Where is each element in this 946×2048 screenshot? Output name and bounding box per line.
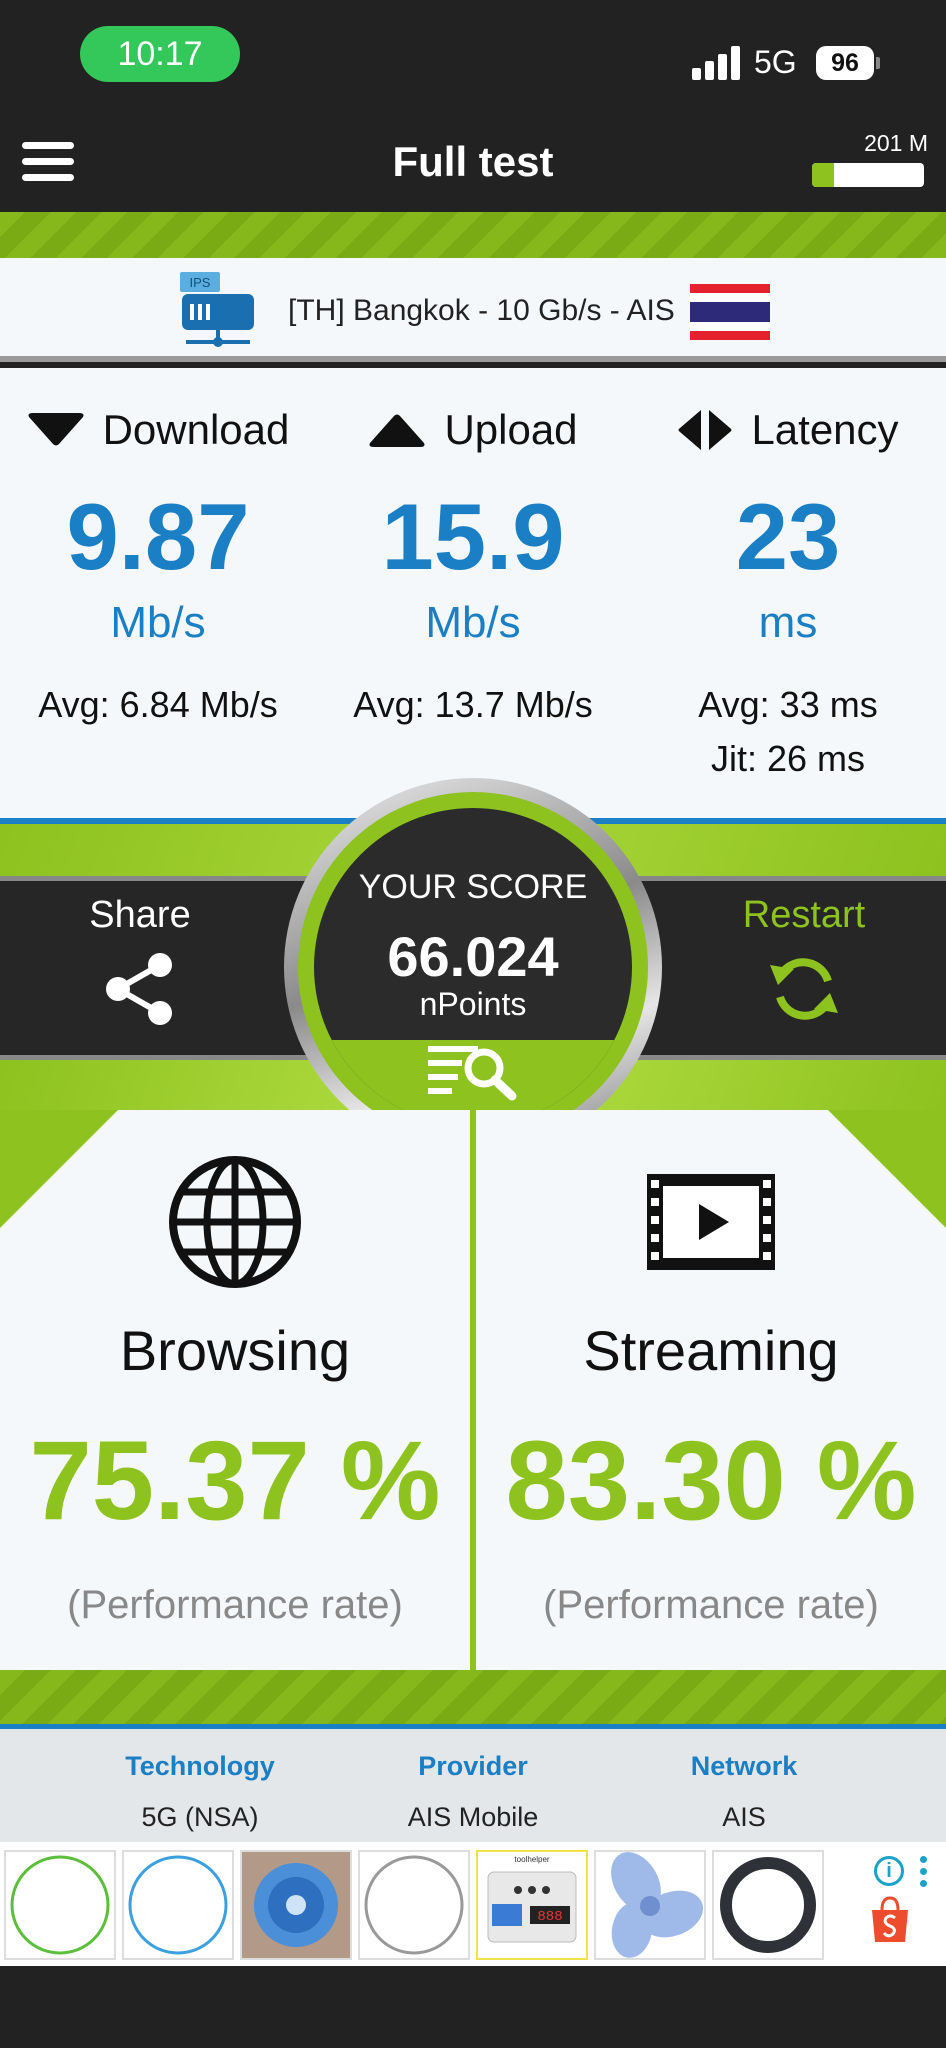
technology-label: Technology	[125, 1751, 275, 1781]
thailand-flag-icon	[690, 284, 770, 340]
score-value: 66.024	[387, 925, 559, 988]
app-header: Full test 201 M	[0, 110, 946, 212]
share-icon	[106, 953, 172, 1025]
upload-value: 15.9	[381, 484, 565, 589]
download-label: Download	[102, 406, 290, 453]
latency-jitter: Jit: 26 ms	[710, 738, 866, 779]
video-film-icon	[647, 1174, 775, 1270]
restart-button[interactable]: Restart	[704, 894, 904, 1027]
server-icon: IPS	[180, 272, 254, 347]
ad-product-grey-hoop[interactable]	[358, 1850, 470, 1960]
ad-product-blue-pump-part[interactable]	[240, 1850, 352, 1960]
battery-level: 96	[816, 46, 874, 80]
network-type: 5G	[754, 44, 797, 80]
status-bar: 10:17 5G 96	[0, 0, 946, 110]
globe-icon	[169, 1156, 301, 1288]
upload-metric: Upload 15.9 Mb/s Avg: 13.7 Mb/s	[315, 368, 631, 726]
browsing-caption: (Performance rate)	[67, 1583, 403, 1627]
latency-unit: ms	[758, 598, 818, 647]
latency-value: 23	[735, 484, 841, 589]
upload-average: Avg: 13.7 Mb/s	[353, 684, 593, 725]
provider-value: AIS Mobile	[407, 1802, 539, 1832]
shopping-bag-icon[interactable]	[868, 1896, 912, 1944]
download-unit: Mb/s	[110, 598, 206, 647]
ad-product-brand: toolhelper	[514, 1855, 549, 1864]
network-info: Network AIS	[614, 1751, 874, 1833]
result-details-icon	[428, 1046, 517, 1101]
refresh-icon	[770, 958, 838, 1020]
data-usage-fill	[812, 163, 835, 187]
results-panel: Download 9.87 Mb/s Avg: 6.84 Mb/s Upload…	[0, 368, 946, 818]
upload-label: Upload	[444, 406, 578, 453]
more-options-icon[interactable]	[918, 1856, 928, 1888]
decorative-band	[0, 212, 946, 258]
score-dial[interactable]: YOUR SCORE 66.024 nPoints	[284, 778, 662, 1156]
latency-icon	[678, 410, 732, 450]
streaming-section: Streaming 83.30 % (Performance rate)	[476, 1110, 946, 1628]
ad-product-green-hoop[interactable]	[4, 1850, 116, 1960]
data-usage-bar	[812, 163, 924, 187]
restart-label: Restart	[742, 894, 866, 936]
data-usage-label: 201 M	[864, 130, 928, 156]
data-usage-indicator: 201 M	[812, 130, 928, 187]
cellular-signal-icon	[692, 46, 740, 80]
network-label: Network	[690, 1751, 798, 1781]
download-metric: Download 9.87 Mb/s Avg: 6.84 Mb/s	[0, 368, 316, 726]
ad-product-display: 888	[537, 1909, 562, 1925]
streaming-title: Streaming	[583, 1319, 839, 1382]
latency-metric: Latency 23 ms Avg: 33 ms Jit: 26 ms	[630, 368, 946, 780]
streaming-caption: (Performance rate)	[543, 1583, 879, 1627]
provider-label: Provider	[418, 1751, 528, 1781]
upload-unit: Mb/s	[425, 598, 521, 647]
ad-product-fan-blade[interactable]	[594, 1850, 706, 1960]
technology-info: Technology 5G (NSA)	[70, 1751, 330, 1833]
ad-product-rubber-seal-ring[interactable]	[712, 1850, 824, 1960]
technology-value: 5G (NSA)	[141, 1802, 259, 1832]
browsing-title: Browsing	[119, 1319, 351, 1382]
download-value: 9.87	[66, 484, 250, 589]
share-button[interactable]: Share	[40, 894, 240, 1027]
score-unit: nPoints	[419, 986, 527, 1022]
download-average: Avg: 6.84 Mb/s	[38, 684, 278, 725]
server-label: [TH] Bangkok - 10 Gb/s - AIS	[288, 294, 675, 327]
latency-average: Avg: 33 ms	[698, 684, 878, 725]
browsing-section: Browsing 75.37 % (Performance rate)	[0, 1110, 470, 1628]
system-navigation-bar	[0, 1966, 946, 2048]
streaming-value: 83.30 %	[505, 1418, 917, 1543]
page-title: Full test	[392, 138, 554, 185]
share-label: Share	[89, 894, 191, 936]
score-title: YOUR SCORE	[358, 868, 588, 906]
ad-product-timer-relay-module[interactable]: toolhelper 888	[476, 1850, 588, 1960]
latency-label: Latency	[751, 406, 899, 453]
status-time: 10:17	[80, 26, 240, 82]
upload-arrow-icon	[369, 414, 425, 447]
provider-info: Provider AIS Mobile	[343, 1751, 603, 1833]
download-arrow-icon	[28, 413, 84, 446]
network-value: AIS	[722, 1802, 766, 1832]
ad-banner[interactable]: toolhelper 888 i	[0, 1842, 946, 1966]
performance-panel: Browsing 75.37 % (Performance rate) Stre…	[0, 1110, 946, 1670]
ad-product-blue-hoop[interactable]	[122, 1850, 234, 1960]
ad-info-icon[interactable]: i	[874, 1856, 904, 1886]
server-icon-label: IPS	[190, 275, 211, 290]
server-selector[interactable]: IPS [TH] Bangkok - 10 Gb/s - AIS	[0, 258, 946, 362]
decorative-band	[0, 1670, 946, 1724]
connection-info: Technology 5G (NSA) Provider AIS Mobile …	[0, 1724, 946, 1842]
browsing-value: 75.37 %	[29, 1418, 441, 1543]
battery-icon	[876, 57, 880, 69]
